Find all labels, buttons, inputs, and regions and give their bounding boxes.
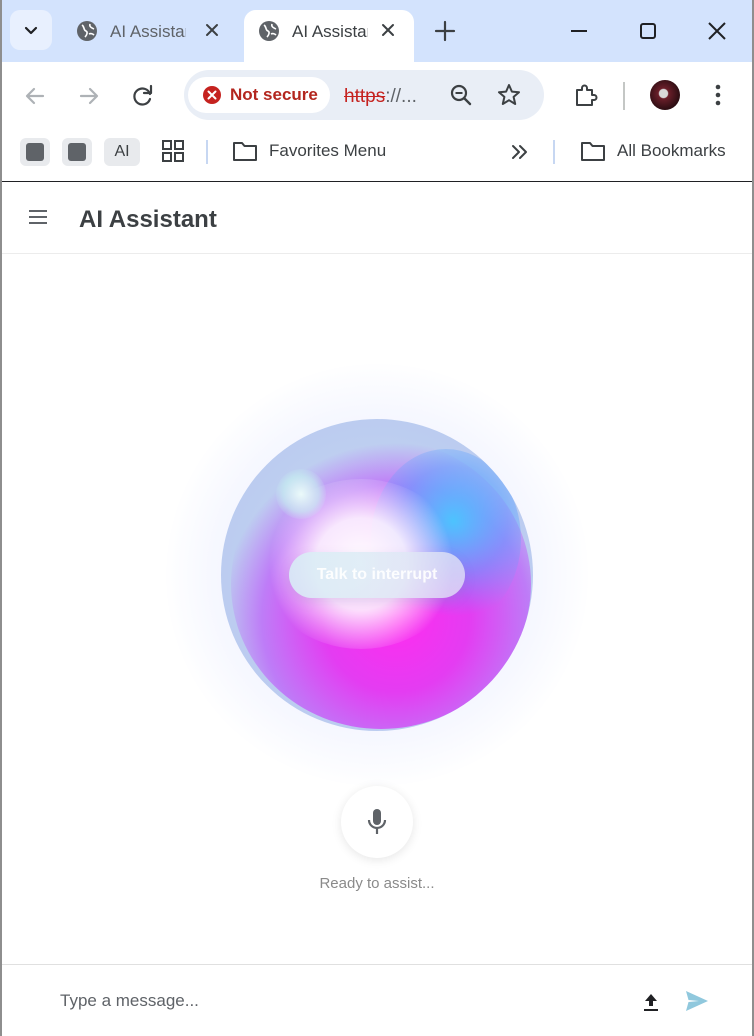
- minimize-button[interactable]: [566, 18, 592, 49]
- reload-button[interactable]: [130, 83, 156, 114]
- close-icon[interactable]: [380, 22, 396, 43]
- tab-search-icon: [24, 26, 38, 35]
- close-window-button[interactable]: [704, 18, 730, 49]
- extensions-icon: [576, 84, 598, 106]
- bookmarks-divider: [553, 140, 555, 164]
- extensions-button[interactable]: [572, 81, 600, 114]
- message-input[interactable]: [48, 983, 608, 1019]
- reload-icon: [133, 84, 153, 106]
- bookmark-favicon: [68, 143, 86, 161]
- upload-icon: [644, 994, 658, 1011]
- bookmarks-bar: AI Favorites Menu All Bookmarks: [0, 128, 754, 182]
- favorites-menu-folder[interactable]: Favorites Menu: [269, 141, 386, 161]
- new-tab-button[interactable]: [432, 18, 458, 49]
- back-icon: [25, 87, 45, 105]
- talk-to-interrupt-button[interactable]: Talk to interrupt: [289, 552, 465, 598]
- globe-icon: [76, 20, 98, 47]
- site-security-chip[interactable]: Not secure: [188, 77, 330, 113]
- message-composer: [0, 964, 754, 1036]
- send-button[interactable]: [684, 989, 710, 1018]
- microphone-icon: [367, 809, 387, 834]
- browser-toolbar: Not secure https://...: [0, 62, 754, 128]
- zoom-out-icon: [450, 84, 472, 106]
- apps-grid-icon: [162, 140, 184, 162]
- maximize-icon: [640, 23, 656, 39]
- toolbar-divider: [623, 82, 625, 110]
- star-icon: [498, 84, 520, 105]
- profile-avatar[interactable]: [650, 80, 680, 110]
- more-bookmarks-button[interactable]: [508, 140, 532, 169]
- app-header: AI Assistant: [0, 182, 754, 254]
- zoom-button[interactable]: [448, 82, 474, 113]
- maximize-button[interactable]: [635, 18, 661, 49]
- tab-title: AI Assistant: [110, 22, 186, 41]
- chevrons-right-icon: [512, 145, 527, 159]
- url-scheme: https: [344, 86, 386, 107]
- all-bookmarks-folder[interactable]: All Bookmarks: [617, 141, 726, 161]
- folder-icon: [232, 139, 258, 168]
- send-icon: [686, 991, 708, 1011]
- status-text: Ready to assist...: [319, 875, 435, 892]
- forward-icon: [79, 87, 99, 105]
- bookmark-item[interactable]: [62, 138, 92, 166]
- bookmark-star-button[interactable]: [496, 82, 522, 113]
- apps-button[interactable]: [160, 138, 186, 169]
- forward-button[interactable]: [76, 83, 102, 114]
- bookmarks-divider: [206, 140, 208, 164]
- bookmark-favicon: [26, 143, 44, 161]
- tab-search-button[interactable]: [10, 10, 52, 50]
- error-icon: [203, 86, 221, 104]
- close-icon[interactable]: [204, 22, 220, 43]
- tab-strip: AI Assistant AI Assistant: [0, 0, 754, 62]
- close-icon: [708, 22, 726, 40]
- tab-active[interactable]: AI Assistant: [244, 10, 414, 62]
- tab-title: AI Assistant: [292, 22, 368, 41]
- menu-button[interactable]: [28, 209, 48, 230]
- address-bar[interactable]: Not secure https://...: [184, 70, 544, 120]
- url-rest: ://...: [385, 86, 417, 107]
- globe-icon: [258, 20, 280, 47]
- url-text[interactable]: https://...: [344, 86, 417, 108]
- microphone-button[interactable]: [341, 786, 413, 858]
- hamburger-icon: [29, 210, 47, 224]
- plus-icon: [434, 20, 456, 42]
- browser-menu-button[interactable]: [705, 81, 731, 114]
- kebab-menu-icon: [715, 84, 721, 106]
- folder-icon: [580, 139, 606, 168]
- bookmark-ai[interactable]: AI: [104, 138, 140, 166]
- upload-button[interactable]: [640, 991, 662, 1018]
- minimize-icon: [571, 30, 587, 32]
- bookmark-item[interactable]: [20, 138, 50, 166]
- page-title: AI Assistant: [79, 206, 217, 233]
- not-secure-label: Not secure: [230, 85, 318, 104]
- tab-inactive[interactable]: AI Assistant: [62, 10, 238, 62]
- back-button[interactable]: [22, 83, 48, 114]
